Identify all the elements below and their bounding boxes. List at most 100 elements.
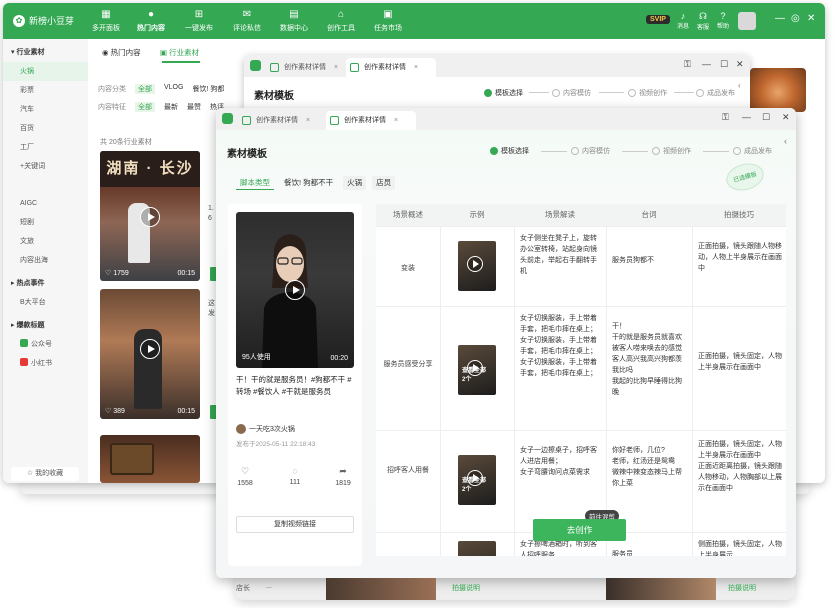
sidebar-item-wechat[interactable]: 公众号 (3, 335, 88, 354)
sidebar-item-add-keyword[interactable]: +关键词 (3, 157, 88, 176)
sidebar-item-hotpot[interactable]: 火锅 (3, 62, 88, 81)
step-video-create[interactable]: 视频创作 (652, 146, 691, 156)
bottom-label[interactable]: 拍摄说明 (728, 583, 756, 593)
chevron-left-icon[interactable]: ‹ (738, 81, 741, 90)
minimize-icon[interactable]: — (702, 59, 711, 69)
example-video[interactable]: 查看全部 2个 (458, 455, 496, 505)
window-tab-active[interactable]: 创作素材详情 × (346, 58, 436, 77)
material-thumbnail[interactable]: 湖南 · 长沙 ♡ 1759 00:15 (100, 151, 200, 281)
go-create-button[interactable]: 去创作 (533, 519, 626, 541)
nav-task-market[interactable]: ▣ 任务市场 (368, 9, 408, 33)
minimize-icon[interactable]: — (742, 112, 751, 122)
step-content-imitate[interactable]: 内容模仿 (571, 146, 610, 156)
play-icon[interactable] (140, 339, 160, 359)
lock-icon[interactable]: ⚿ (722, 112, 729, 123)
filter-option-most-liked[interactable]: 最赞 (187, 102, 201, 112)
tab-industry-material[interactable]: ▣ 行业素材 (160, 47, 199, 58)
window-tab[interactable]: 创作素材详情 × (266, 58, 346, 77)
nav-create-tools[interactable]: ⌂ 创作工具 (321, 9, 361, 33)
step-publish[interactable]: 成品发布 (696, 88, 735, 98)
sidebar-item-travel[interactable]: 文旅 (3, 232, 88, 251)
filter-option-catering[interactable]: 餐饮! 狗都 (192, 84, 224, 94)
app-logo[interactable]: ✿ 新榜小豆芽 (13, 14, 74, 27)
nav-data-center[interactable]: ▤ 数据中心 (274, 9, 314, 33)
messages-button[interactable]: ♪ 消息 (673, 11, 693, 30)
my-collection-button[interactable]: ☆ 我的收藏 (11, 467, 79, 481)
step-dot (490, 147, 498, 155)
sidebar-group-titles[interactable]: ▸ 爆款标题 (3, 316, 88, 335)
sidebar-item-lottery[interactable]: 彩票 (3, 81, 88, 100)
tab-hot-content[interactable]: ◉ 热门内容 (102, 47, 141, 58)
step-template-select[interactable]: 模板选择 (484, 88, 523, 98)
material-thumbnail[interactable]: ♡ 389 00:15 (100, 289, 200, 419)
example-video[interactable]: 查看全部 2个 (458, 345, 496, 395)
close-tab-icon[interactable]: × (394, 117, 398, 124)
example-video[interactable] (458, 541, 496, 556)
close-tab-icon[interactable]: × (306, 117, 310, 124)
tag-hotpot[interactable]: 火锅 (343, 176, 367, 190)
shooting-tips: 侧面拍摄，镜头固定，人物上半身展示 (698, 541, 782, 556)
filter-option-vlog[interactable]: VLOG (164, 84, 183, 94)
shooting-tips: 正面拍摄，镜头跟随人物移动，人物上半身展示在画面中 (698, 243, 782, 272)
svip-badge[interactable]: SVIP (646, 15, 670, 24)
play-icon[interactable] (285, 280, 305, 300)
nav-comments[interactable]: ✉ 评论私信 (227, 9, 267, 33)
tag-script-type[interactable]: 脚本类型 (236, 176, 274, 190)
filter-option-all[interactable]: 全部 (135, 102, 155, 112)
material-thumbnail[interactable] (100, 435, 200, 483)
author-name: 一天吃3次火锅 (249, 426, 295, 433)
step-template-select[interactable]: 模板选择 (490, 146, 529, 156)
tag-catering[interactable]: 餐饮! 狗都不干 (280, 176, 337, 190)
filter-option-newest[interactable]: 最新 (164, 102, 178, 112)
example-video[interactable] (458, 241, 496, 291)
sidebar-group-industry[interactable]: ▾ 行业素材 (3, 43, 88, 62)
step-content-imitate[interactable]: 内容模仿 (552, 88, 591, 98)
close-tab-icon[interactable]: × (414, 64, 418, 71)
author[interactable]: 一天吃3次火锅 (236, 424, 295, 434)
maximize-icon[interactable]: ☐ (720, 59, 728, 70)
maximize-icon[interactable]: ☐ (762, 112, 770, 123)
minimize-icon[interactable]: — (775, 13, 785, 24)
close-tab-icon[interactable]: × (334, 64, 338, 71)
sidebar-item-platform[interactable]: B大平台 (3, 293, 88, 312)
lock-icon[interactable]: ⚿ (684, 59, 691, 70)
sidebar-item-aigc[interactable]: AIGC (3, 194, 88, 213)
filter-content-category: 内容分类 全部 VLOG 餐饮! 狗都 (98, 84, 224, 94)
sidebar-item-car[interactable]: 汽车 (3, 100, 88, 119)
step-video-create[interactable]: 视频创作 (628, 88, 667, 98)
close-icon[interactable]: ✕ (736, 59, 744, 70)
sidebar-item-drama[interactable]: 短剧 (3, 213, 88, 232)
sidebar-group-hot-events[interactable]: ▸ 热点事件 (3, 274, 88, 293)
value: 1819 (335, 480, 351, 487)
service-button[interactable]: ☊ 客服 (693, 11, 713, 31)
nav-one-click-publish[interactable]: ⊞ 一键发布 (179, 9, 219, 33)
nav-multi-panel[interactable]: ▦ 多开面板 (86, 9, 126, 33)
filter-option-all[interactable]: 全部 (135, 84, 155, 94)
help-button[interactable]: ? 帮助 (713, 11, 733, 30)
window-tab[interactable]: 创作素材详情 × (238, 111, 324, 130)
sidebar-item-overseas[interactable]: 内容出海 (3, 251, 88, 270)
avatar[interactable] (738, 12, 756, 30)
tag-staff[interactable]: 店员 (372, 176, 396, 190)
bottom-label[interactable]: 拍摄说明 (452, 583, 480, 593)
label: 创作素材详情 (256, 117, 298, 124)
value: 1558 (237, 480, 253, 487)
tools-icon: ⌂ (337, 9, 345, 20)
chevron-left-icon[interactable]: ‹ (784, 136, 787, 146)
play-icon[interactable] (140, 207, 160, 227)
label: 视频创作 (639, 90, 667, 97)
chart-icon: ▤ (289, 9, 299, 20)
nav-label: 数据中心 (280, 25, 308, 32)
restore-icon[interactable]: ◎ (791, 13, 800, 24)
step-publish[interactable]: 成品发布 (733, 146, 772, 156)
nav-hot-content[interactable]: ● 热门内容 (131, 9, 171, 33)
close-icon[interactable]: ✕ (807, 13, 815, 24)
window-tab-active[interactable]: 创作素材详情 × (326, 111, 416, 130)
label: 创作素材详情 (364, 64, 406, 71)
video-preview[interactable]: 95人使用 00:20 (236, 212, 354, 368)
sidebar-item-department[interactable]: 百货 (3, 119, 88, 138)
sidebar-item-xiaohongshu[interactable]: 小红书 (3, 354, 88, 373)
copy-video-link-button[interactable]: 复制视频链接 (236, 516, 354, 533)
close-icon[interactable]: ✕ (782, 112, 790, 123)
sidebar-item-factory[interactable]: 工厂 (3, 138, 88, 157)
